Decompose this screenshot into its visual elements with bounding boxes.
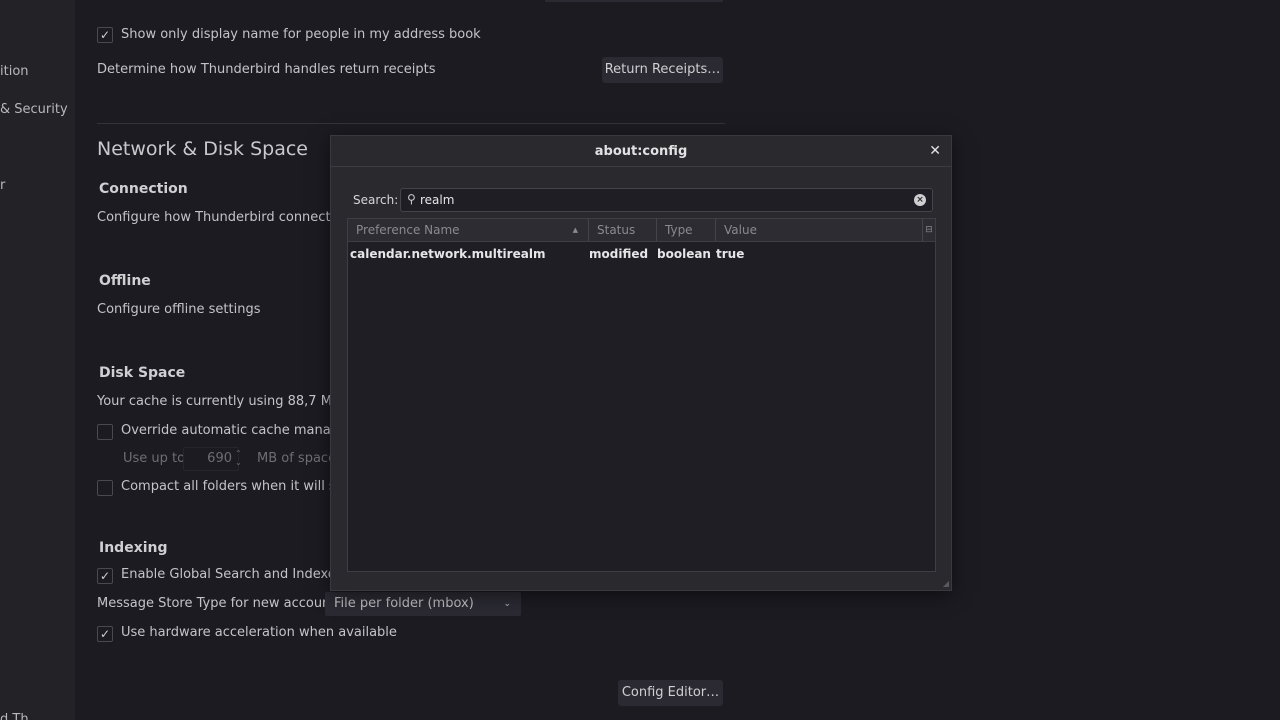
close-icon[interactable]: ✕: [929, 136, 941, 167]
search-input-value: realm: [420, 193, 455, 207]
store-type-label: Message Store Type for new accounts:: [97, 596, 347, 611]
sidebar-item-chat[interactable]: r: [0, 178, 5, 193]
section-divider: [97, 123, 725, 124]
store-type-select[interactable]: File per folder (mbox) ⌄: [325, 592, 521, 616]
store-type-value: File per folder (mbox): [334, 596, 474, 611]
hardware-accel-checkbox[interactable]: ✓: [97, 626, 113, 642]
column-header-type[interactable]: Type: [657, 219, 716, 241]
hardware-accel-label: Use hardware acceleration when available: [121, 625, 397, 640]
search-input[interactable]: ⚲ realm ×: [400, 188, 933, 212]
cache-usage-text: Your cache is currently using 88,7 MB of: [97, 394, 358, 409]
sidebar-item-composition[interactable]: ition: [0, 64, 29, 79]
override-cache-checkbox[interactable]: [97, 424, 113, 440]
disk-space-heading: Disk Space: [99, 365, 186, 381]
use-up-to-label: Use up to: [123, 451, 186, 466]
resize-grip-icon[interactable]: ◢: [943, 579, 949, 588]
tree-header: Preference Name ▲ Status Type Value ⊟: [348, 219, 935, 242]
offline-heading: Offline: [99, 273, 151, 289]
offline-description: Configure offline settings: [97, 302, 261, 317]
global-search-label: Enable Global Search and Indexer: [121, 567, 342, 582]
compact-folders-checkbox[interactable]: [97, 480, 113, 496]
about-config-dialog: about:config ✕ Search: ⚲ realm × Prefere…: [330, 135, 952, 591]
search-icon: ⚲: [407, 192, 416, 206]
compact-folders-label: Compact all folders when it will save: [121, 479, 360, 494]
preferences-tree[interactable]: Preference Name ▲ Status Type Value ⊟ ca…: [347, 218, 936, 572]
scroll-clipped-button: [545, 0, 723, 2]
cell-status: modified: [589, 247, 649, 261]
show-display-name-label: Show only display name for people in my …: [121, 27, 481, 42]
indexing-heading: Indexing: [99, 540, 168, 556]
connection-description: Configure how Thunderbird connects to: [97, 210, 355, 225]
spin-arrows-icon[interactable]: ⌃ ⌄: [235, 449, 242, 467]
column-picker-icon[interactable]: ⊟: [922, 219, 935, 241]
settings-sidebar: ition & Security r d Th: [0, 0, 75, 720]
cell-preference-name: calendar.network.multirealm: [350, 247, 546, 261]
column-header-preference-name[interactable]: Preference Name ▲: [348, 219, 589, 241]
cell-value: true: [716, 247, 745, 261]
dialog-title: about:config: [331, 136, 951, 167]
table-row[interactable]: calendar.network.multirealm modified boo…: [348, 243, 935, 265]
network-disk-space-heading: Network & Disk Space: [97, 138, 308, 160]
connection-heading: Connection: [99, 181, 188, 197]
chevron-down-icon: ⌄: [503, 599, 511, 609]
cache-size-input[interactable]: 690: [183, 447, 239, 471]
cell-type: boolean: [657, 247, 711, 261]
show-display-name-checkbox[interactable]: ✓: [97, 27, 113, 43]
global-search-checkbox[interactable]: ✓: [97, 568, 113, 584]
return-receipts-description: Determine how Thunderbird handles return…: [97, 62, 436, 77]
config-editor-button[interactable]: Config Editor…: [618, 680, 723, 706]
sidebar-item-about[interactable]: d Th: [0, 712, 29, 720]
sort-ascending-icon: ▲: [572, 226, 578, 234]
override-cache-label: Override automatic cache managem: [121, 423, 360, 438]
clear-search-icon[interactable]: ×: [914, 194, 926, 206]
sidebar-item-privacy-security[interactable]: & Security: [0, 102, 68, 117]
return-receipts-button[interactable]: Return Receipts…: [602, 57, 723, 83]
search-label: Search:: [353, 193, 399, 207]
mb-of-space-label: MB of space: [257, 451, 337, 466]
column-header-status[interactable]: Status: [589, 219, 657, 241]
column-header-value[interactable]: Value: [716, 219, 924, 241]
